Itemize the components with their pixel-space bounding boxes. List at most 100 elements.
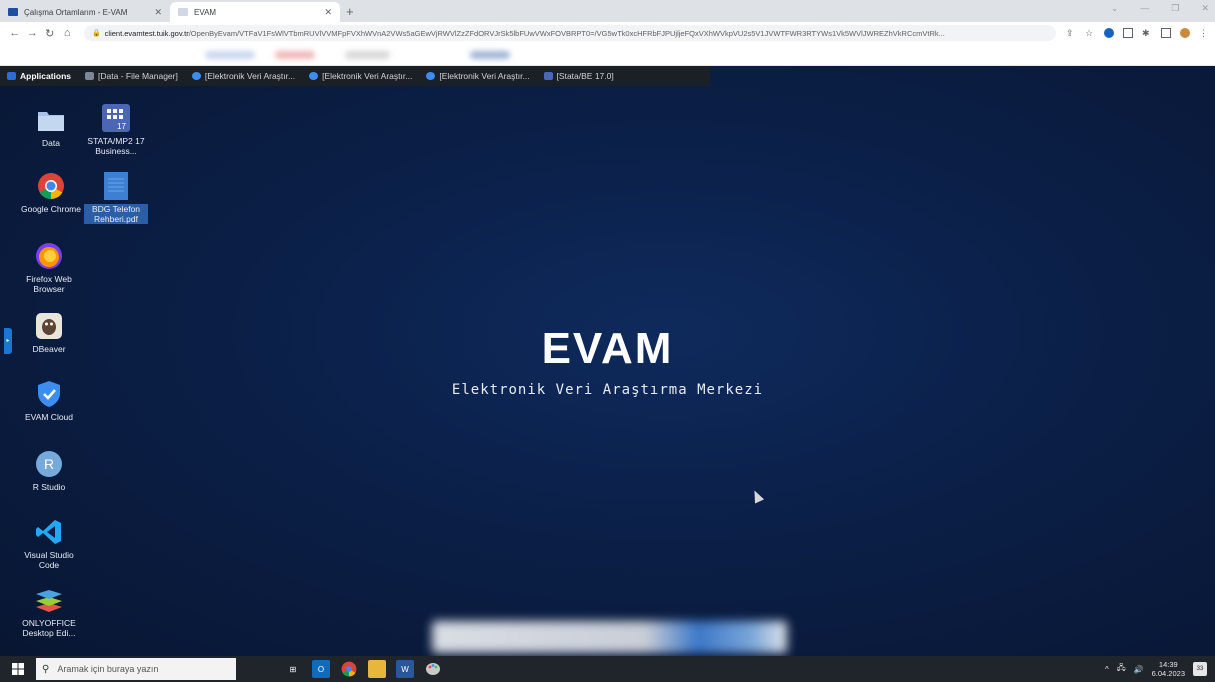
file-explorer-icon[interactable] bbox=[368, 660, 386, 678]
notification-count: 33 bbox=[1196, 666, 1204, 672]
puzzle-icon[interactable]: ✱ bbox=[1142, 28, 1152, 38]
windows-start-button[interactable] bbox=[0, 656, 36, 682]
task-label: [Elektronik Veri Araştır... bbox=[204, 71, 296, 81]
star-icon[interactable]: ☆ bbox=[1085, 28, 1095, 38]
taskbar-clock[interactable]: 14:39 6.04.2023 bbox=[1152, 660, 1185, 678]
onlyoffice-icon bbox=[35, 586, 63, 614]
chevron-up-icon[interactable]: ^ bbox=[1105, 665, 1109, 674]
evam-favicon-icon bbox=[8, 8, 18, 16]
firefox-icon bbox=[35, 242, 63, 270]
close-tab-icon[interactable]: ✕ bbox=[154, 7, 162, 18]
extension-icon[interactable] bbox=[1122, 28, 1133, 38]
task-view-icon[interactable]: ⊞ bbox=[284, 660, 302, 678]
close-window-icon[interactable]: ✕ bbox=[1201, 3, 1209, 14]
icon-label: EVAM Cloud bbox=[24, 412, 74, 422]
page-favicon-icon bbox=[178, 8, 188, 16]
clock-time: 14:39 bbox=[1158, 660, 1178, 669]
task-evam-2[interactable]: [Elektronik Veri Araştır... bbox=[302, 66, 419, 86]
close-tab-icon[interactable]: ✕ bbox=[324, 7, 332, 18]
forward-arrow-icon[interactable]: → bbox=[23, 27, 40, 39]
stata-icon: 17 bbox=[102, 104, 130, 132]
chrome-icon bbox=[341, 661, 357, 677]
folder-icon bbox=[37, 106, 65, 134]
paint-icon[interactable] bbox=[424, 660, 442, 678]
outlook-icon[interactable]: O bbox=[312, 660, 330, 678]
minimize-icon[interactable]: — bbox=[1140, 3, 1149, 14]
notification-center-icon[interactable]: 33 bbox=[1193, 662, 1207, 676]
redacted-bookmark bbox=[345, 51, 390, 59]
volume-icon[interactable]: 🔊 bbox=[1134, 665, 1144, 674]
window-controls: ⌄ — ❐ ✕ bbox=[1111, 3, 1209, 14]
chevron-down-icon[interactable]: ⌄ bbox=[1111, 3, 1119, 14]
palette-icon bbox=[426, 663, 440, 675]
taskbar-pinned-apps: ⊞ O W bbox=[284, 660, 442, 678]
chrome-taskbar-icon[interactable] bbox=[340, 660, 358, 678]
network-icon[interactable]: 🖧 bbox=[1117, 662, 1126, 676]
icon-label: Data bbox=[42, 138, 60, 148]
task-label: [Elektronik Veri Araştır... bbox=[322, 71, 413, 81]
icon-label: BDG Telefon Rehberi.pdf bbox=[84, 204, 148, 224]
menu-icon[interactable]: ⋮ bbox=[1199, 28, 1209, 38]
desktop-icon-rstudio[interactable]: R R Studio bbox=[17, 450, 81, 492]
browser-extension-icons: ⇪ ☆ ✱ ⋮ bbox=[1066, 28, 1209, 38]
lock-icon: 🔒 bbox=[91, 30, 101, 37]
folder-icon bbox=[85, 72, 95, 80]
tab-evam[interactable]: EVAM ✕ bbox=[170, 2, 340, 22]
document-icon bbox=[102, 172, 130, 200]
redacted-bookmark bbox=[470, 51, 510, 59]
icon-label: ONLYOFFICE Desktop Edi... bbox=[22, 618, 76, 638]
shield-icon bbox=[191, 72, 201, 80]
evam-branding: EVAM Elektronik Veri Araştırma Merkezi bbox=[0, 324, 1215, 398]
new-tab-button[interactable]: + bbox=[346, 2, 354, 22]
brand-subtitle: Elektronik Veri Araştırma Merkezi bbox=[451, 382, 764, 398]
desktop-icon-pdf[interactable]: BDG Telefon Rehberi.pdf bbox=[84, 172, 148, 224]
task-label: [Stata/BE 17.0] bbox=[556, 71, 614, 81]
task-file-manager[interactable]: [Data - File Manager] bbox=[78, 66, 185, 86]
home-icon[interactable]: ⌂ bbox=[58, 27, 75, 39]
tab-calisma-ortamlarim[interactable]: Çalışma Ortamlarım - E-VAM ✕ bbox=[0, 2, 170, 22]
svg-text:R: R bbox=[44, 456, 54, 472]
extension-icon[interactable] bbox=[1103, 28, 1114, 38]
mouse-pointer-icon bbox=[749, 488, 765, 504]
clock-date: 6.04.2023 bbox=[1151, 669, 1185, 678]
search-placeholder: Aramak için buraya yazın bbox=[57, 664, 159, 674]
task-evam-3[interactable]: [Elektronik Veri Araştır... bbox=[419, 66, 536, 86]
icon-label: Google Chrome bbox=[20, 204, 81, 214]
r-icon: R bbox=[35, 450, 63, 478]
desktop-icon-onlyoffice[interactable]: ONLYOFFICE Desktop Edi... bbox=[17, 586, 81, 638]
icon-label: Visual Studio Code bbox=[24, 550, 74, 570]
redacted-bookmark bbox=[275, 51, 315, 59]
icon-label: STATA/MP2 17 Business... bbox=[87, 136, 145, 156]
avatar[interactable] bbox=[1179, 28, 1190, 38]
remote-desktop[interactable]: Applications [Data - File Manager] [Elek… bbox=[0, 66, 1215, 656]
address-bar[interactable]: 🔒 client.evamtest.tuik.gov.tr /OpenByEva… bbox=[83, 25, 1056, 41]
restore-icon[interactable]: ❐ bbox=[1171, 3, 1179, 14]
reload-icon[interactable]: ↻ bbox=[41, 27, 58, 40]
taskbar-search-box[interactable]: ⚲ Aramak için buraya yazın bbox=[36, 658, 236, 680]
desktop-icon-stata[interactable]: 17 STATA/MP2 17 Business... bbox=[84, 104, 148, 156]
word-icon[interactable]: W bbox=[396, 660, 414, 678]
applications-menu[interactable]: Applications bbox=[0, 66, 78, 86]
task-label: [Elektronik Veri Araştır... bbox=[439, 71, 530, 81]
shield-icon bbox=[426, 72, 436, 80]
desktop-icon-vscode[interactable]: Visual Studio Code bbox=[17, 518, 81, 570]
search-icon: ⚲ bbox=[42, 663, 50, 675]
windows-taskbar: ⚲ Aramak için buraya yazın ⊞ O W ^ 🖧 🔊 1… bbox=[0, 656, 1215, 682]
redacted-notification bbox=[432, 621, 787, 653]
desktop-icon-firefox[interactable]: Firefox Web Browser bbox=[17, 242, 81, 294]
side-panel-icon[interactable] bbox=[1160, 28, 1171, 38]
system-tray: ^ 🖧 🔊 14:39 6.04.2023 33 bbox=[1105, 656, 1207, 682]
windows-logo-icon bbox=[12, 663, 24, 675]
brand-title: EVAM bbox=[541, 324, 674, 373]
xfce-panel: Applications [Data - File Manager] [Elek… bbox=[0, 66, 710, 86]
browser-toolbar: ← → ↻ ⌂ 🔒 client.evamtest.tuik.gov.tr /O… bbox=[0, 22, 1215, 44]
chrome-icon bbox=[37, 172, 65, 200]
back-arrow-icon[interactable]: ← bbox=[6, 27, 23, 39]
redacted-bookmark bbox=[205, 51, 255, 59]
task-stata[interactable]: [Stata/BE 17.0] bbox=[537, 66, 621, 86]
desktop-icon-chrome[interactable]: Google Chrome bbox=[19, 172, 83, 214]
icon-label: R Studio bbox=[32, 482, 66, 492]
desktop-icon-data[interactable]: Data bbox=[19, 106, 83, 148]
share-icon[interactable]: ⇪ bbox=[1066, 28, 1076, 38]
task-evam-1[interactable]: [Elektronik Veri Araştır... bbox=[185, 66, 302, 86]
